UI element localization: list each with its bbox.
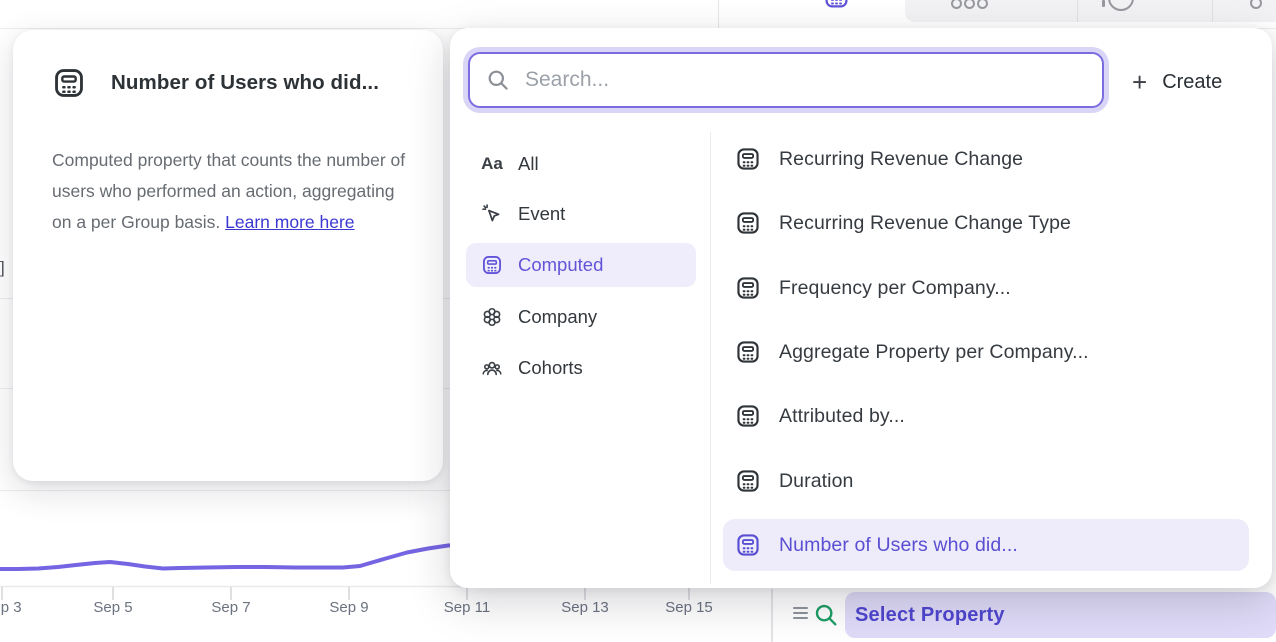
search-box bbox=[468, 52, 1104, 108]
calculator-icon bbox=[481, 254, 503, 276]
result-label: Recurring Revenue Change bbox=[779, 148, 1023, 171]
create-button[interactable]: + Create bbox=[1126, 66, 1252, 98]
svg-text:Sep 3: Sep 3 bbox=[0, 599, 22, 616]
plus-icon: + bbox=[1132, 69, 1147, 95]
result-label: Attributed by... bbox=[779, 405, 905, 428]
category-label: Computed bbox=[518, 254, 603, 276]
result-recurring-revenue-change-type[interactable]: Recurring Revenue Change Type bbox=[723, 197, 1249, 249]
category-computed[interactable]: Computed bbox=[466, 243, 696, 287]
tab-4[interactable] bbox=[1212, 0, 1276, 22]
category-label: Company bbox=[518, 306, 597, 328]
result-label: Number of Users who did... bbox=[779, 534, 1018, 557]
svg-text:Sep 5: Sep 5 bbox=[93, 599, 132, 616]
category-label: Cohorts bbox=[518, 357, 583, 379]
drag-handle-icon[interactable] bbox=[793, 607, 808, 619]
calculator-icon bbox=[735, 275, 761, 301]
calculator-icon bbox=[735, 339, 761, 365]
cursor-click-icon bbox=[481, 203, 503, 225]
search-icon bbox=[486, 68, 510, 92]
calculator-icon bbox=[735, 532, 761, 558]
query-row-divider bbox=[771, 589, 773, 642]
circles-icon bbox=[977, 0, 988, 9]
calculator-icon bbox=[735, 403, 761, 429]
select-property-label: Select Property bbox=[855, 604, 1005, 627]
tooltip-header: Number of Users who did... bbox=[52, 66, 405, 100]
circles-icon bbox=[951, 0, 962, 9]
property-picker-panel: + Create Aa All Event Computed Company C… bbox=[450, 28, 1272, 588]
tab-3[interactable] bbox=[1077, 0, 1213, 22]
category-cohorts[interactable]: Cohorts bbox=[466, 346, 696, 390]
category-all[interactable]: Aa All bbox=[466, 142, 696, 186]
learn-more-link[interactable]: Learn more here bbox=[225, 212, 354, 232]
cohorts-people-icon bbox=[481, 357, 503, 379]
tab-computed-active[interactable] bbox=[770, 0, 905, 22]
result-frequency-per-company[interactable]: Frequency per Company... bbox=[723, 262, 1249, 314]
result-number-of-users-who-did[interactable]: Number of Users who did... bbox=[723, 519, 1249, 571]
svg-text:Sep 11: Sep 11 bbox=[444, 599, 490, 616]
search-input[interactable] bbox=[523, 67, 1102, 93]
background-text-fragment: ] bbox=[0, 258, 5, 278]
company-cluster-icon bbox=[481, 306, 503, 328]
svg-text:Sep 9: Sep 9 bbox=[329, 599, 368, 616]
background-divider bbox=[0, 490, 452, 491]
topbar-vertical-divider bbox=[718, 0, 719, 28]
aa-text-icon: Aa bbox=[481, 154, 503, 174]
category-event[interactable]: Event bbox=[466, 192, 696, 236]
loop-icon bbox=[1102, 0, 1105, 7]
result-aggregate-property-per-company[interactable]: Aggregate Property per Company... bbox=[723, 326, 1249, 378]
calculator-icon bbox=[735, 468, 761, 494]
property-tooltip-card: Number of Users who did... Computed prop… bbox=[13, 30, 443, 481]
result-attributed-by[interactable]: Attributed by... bbox=[723, 390, 1249, 442]
result-duration[interactable]: Duration bbox=[723, 455, 1249, 507]
select-property-field[interactable]: Select Property bbox=[845, 592, 1276, 638]
result-label: Aggregate Property per Company... bbox=[779, 341, 1089, 364]
tooltip-title: Number of Users who did... bbox=[111, 71, 379, 95]
calculator-icon bbox=[735, 210, 761, 236]
search-icon-green bbox=[813, 602, 839, 628]
svg-text:Sep 7: Sep 7 bbox=[211, 599, 250, 616]
svg-text:Sep 15: Sep 15 bbox=[665, 599, 713, 616]
calculator-icon bbox=[52, 66, 86, 100]
metric-tabs-bar bbox=[770, 0, 1276, 28]
panel-divider bbox=[710, 132, 711, 584]
tooltip-description: Computed property that counts the number… bbox=[52, 145, 410, 238]
calculator-icon bbox=[735, 146, 761, 172]
circles-icon bbox=[964, 0, 975, 9]
tab-2[interactable] bbox=[905, 0, 1077, 22]
svg-text:Sep 13: Sep 13 bbox=[561, 599, 609, 616]
calculator-icon bbox=[823, 0, 850, 10]
result-recurring-revenue-change[interactable]: Recurring Revenue Change bbox=[723, 133, 1249, 185]
result-label: Recurring Revenue Change Type bbox=[779, 212, 1071, 235]
create-button-label: Create bbox=[1162, 71, 1222, 94]
dot-icon bbox=[1250, 0, 1262, 9]
result-label: Frequency per Company... bbox=[779, 277, 1011, 300]
result-label: Duration bbox=[779, 470, 854, 493]
category-company[interactable]: Company bbox=[466, 295, 696, 339]
category-label: All bbox=[518, 153, 539, 175]
loop-icon bbox=[1108, 0, 1134, 11]
category-label: Event bbox=[518, 203, 565, 225]
